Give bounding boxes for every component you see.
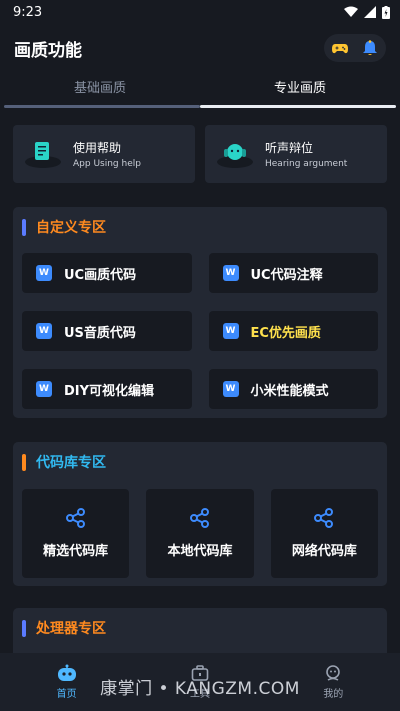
tab-indicator (200, 105, 396, 108)
briefcase-icon (191, 665, 209, 681)
help-document-icon (25, 142, 61, 168)
xiaomi-performance-button[interactable]: W 小米性能模式 (208, 369, 378, 409)
status-bar: 9:23 (0, 0, 400, 24)
nav-home[interactable]: 首页 (0, 653, 133, 711)
code-library-header: 代码库专区 (22, 452, 378, 472)
button-label: DIY可视化编辑 (64, 383, 155, 399)
share-icon (314, 508, 334, 528)
tab-track (4, 105, 200, 108)
section-bar (22, 453, 26, 471)
help-usage-title: 使用帮助 (73, 141, 122, 155)
button-label: US音质代码 (64, 325, 136, 341)
button-label: 小米性能模式 (250, 383, 329, 399)
custom-zone-grid: W UC画质代码 W UC代码注释 W US音质代码 W EC优先画质 W DIY可视化编… (22, 253, 378, 409)
processor-header: 处理器专区 (22, 618, 378, 638)
wifi-icon (344, 6, 358, 17)
button-label: UC画质代码 (64, 267, 137, 283)
help-usage-subtitle: App Using help (73, 159, 141, 169)
gamepad-icon[interactable] (332, 41, 348, 55)
uc-quality-code-button[interactable]: W UC画质代码 (22, 253, 192, 293)
tab-basic-quality[interactable]: 基础画质 (0, 72, 200, 108)
document-w-icon: W (222, 323, 239, 339)
nav-tools[interactable]: 工具 (133, 653, 266, 711)
custom-zone-title: 自定义专区 (36, 220, 106, 236)
button-label: UC代码注释 (250, 267, 323, 283)
status-time: 9:23 (13, 4, 43, 20)
processor-title: 处理器专区 (36, 621, 106, 637)
custom-zone-header: 自定义专区 (22, 217, 378, 237)
local-library-button[interactable]: 本地代码库 (146, 489, 254, 578)
headset-icon (217, 144, 253, 168)
profile-icon (326, 665, 341, 681)
page-title: 画质功能 (14, 40, 82, 61)
button-label: 本地代码库 (167, 544, 233, 559)
uc-code-notes-button[interactable]: W UC代码注释 (208, 253, 378, 293)
code-library-title: 代码库专区 (36, 455, 106, 471)
section-bar (22, 218, 26, 236)
help-card-usage[interactable]: 使用帮助 App Using help (13, 125, 195, 183)
bell-icon[interactable] (362, 40, 378, 56)
nav-home-label: 首页 (56, 689, 77, 700)
section-bar (22, 619, 26, 637)
document-w-icon: W (36, 265, 52, 281)
battery-icon (382, 5, 390, 19)
diy-visual-editor-button[interactable]: W DIY可视化编辑 (22, 369, 192, 409)
code-library-section: 代码库专区 精选代码库 本地代码库 网络代码库 (13, 442, 387, 586)
custom-zone-section: 自定义专区 W UC画质代码 W UC代码注释 W US音质代码 W EC优先画质 WD… (13, 207, 387, 418)
nav-me-label: 我的 (323, 689, 344, 700)
signal-icon (364, 6, 376, 18)
network-library-button[interactable]: 网络代码库 (270, 489, 378, 578)
document-w-icon: W (222, 265, 239, 281)
share-icon (65, 508, 85, 528)
share-icon (189, 508, 209, 528)
help-row: 使用帮助 App Using help 听声辩位 Hearing argumen… (0, 125, 400, 183)
nav-me[interactable]: 我的 (267, 653, 400, 711)
help-hearing-title: 听声辩位 (265, 141, 314, 155)
bottom-navigation: 首页 工具 我的 (0, 653, 400, 711)
document-w-icon: W (222, 381, 239, 397)
nav-tools-label: 工具 (189, 689, 210, 700)
tab-pro-quality[interactable]: 专业画质 (200, 72, 400, 108)
button-label: 精选代码库 (43, 544, 109, 559)
code-library-grid: 精选代码库 本地代码库 网络代码库 (22, 489, 378, 578)
app-bar: 画质功能 (0, 24, 400, 72)
button-label: EC优先画质 (250, 325, 321, 341)
help-hearing-subtitle: Hearing argument (265, 159, 348, 169)
document-w-icon: W (36, 381, 52, 397)
ec-priority-quality-button[interactable]: W EC优先画质 (208, 311, 378, 351)
us-audio-code-button[interactable]: W US音质代码 (22, 311, 192, 351)
featured-library-button[interactable]: 精选代码库 (22, 489, 130, 578)
document-w-icon: W (36, 323, 52, 339)
button-label: 网络代码库 (291, 544, 357, 559)
quality-tabs: 基础画质 专业画质 (0, 72, 400, 108)
robot-home-icon (57, 664, 76, 681)
appbar-actions (324, 34, 386, 62)
help-card-hearing[interactable]: 听声辩位 Hearing argument (205, 125, 387, 183)
